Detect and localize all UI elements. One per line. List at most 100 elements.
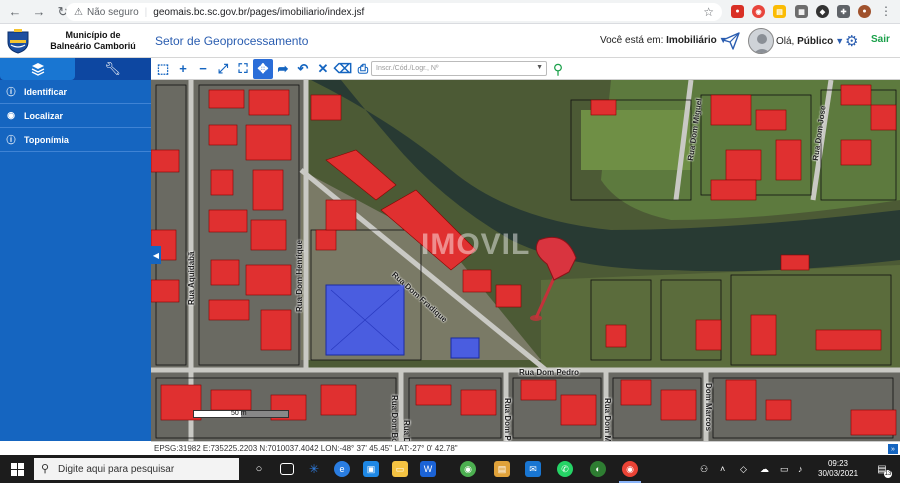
profile-avatar-icon[interactable]: ● xyxy=(858,5,871,18)
expand-icon[interactable]: » xyxy=(888,444,898,454)
send-icon[interactable] xyxy=(722,32,740,50)
cloud-icon[interactable]: ☁ xyxy=(760,464,769,475)
user-menu[interactable]: Olá, Público ▼ xyxy=(776,36,844,47)
clock-date: 30/03/2021 xyxy=(818,469,859,478)
sidebar-item-localizar[interactable]: ◉ Localizar xyxy=(0,104,151,128)
word-icon[interactable]: W xyxy=(420,461,436,477)
search-icon: ⚲ xyxy=(41,463,50,475)
tab-layers[interactable] xyxy=(0,58,75,80)
dropbox-icon[interactable]: ◇ xyxy=(740,464,747,475)
avatar[interactable] xyxy=(748,28,774,54)
street-label: Rua Dom Bos xyxy=(390,395,399,441)
scale-label: 50 m xyxy=(231,410,247,417)
logout-button[interactable]: Sair xyxy=(871,34,890,45)
chevron-down-icon: ▼ xyxy=(835,36,845,46)
extension-icon[interactable]: ◆ xyxy=(816,5,829,18)
browser-chrome: ← → ↻ ⚠ Não seguro | geomais.bc.sc.gov.b… xyxy=(0,0,900,24)
chevron-down-icon[interactable]: ▼ xyxy=(536,64,543,71)
municipal-crest-icon xyxy=(7,29,29,54)
url-text: geomais.bc.sc.gov.br/pages/imobiliario/i… xyxy=(153,6,365,18)
taskbar-search-input[interactable]: ⚲ Digite aqui para pesquisar xyxy=(34,458,239,480)
adblock-extension-icon[interactable]: ● xyxy=(731,5,744,18)
store-icon[interactable]: ▣ xyxy=(363,461,379,477)
street-label: Rua Dom Henrique xyxy=(295,239,304,312)
zoom-box-icon[interactable]: ⛶ xyxy=(233,59,253,79)
file-explorer-icon[interactable]: ▭ xyxy=(392,461,408,477)
edge-icon[interactable]: e xyxy=(334,461,350,477)
municipality-line1: Município de xyxy=(65,30,121,40)
wrench-icon: 🔧︎ xyxy=(104,61,121,76)
address-bar[interactable]: ⚠ Não seguro | geomais.bc.sc.gov.br/page… xyxy=(66,3,722,21)
street-label: Rua Dom Ma xyxy=(603,398,612,441)
sidebar-item-label: Localizar xyxy=(24,110,64,121)
next-view-icon[interactable]: ➦ xyxy=(273,59,293,79)
record-extension-icon[interactable]: ◉ xyxy=(752,5,765,18)
previous-view-icon[interactable]: ↶ xyxy=(293,59,313,79)
app-icon[interactable]: ◐ xyxy=(590,461,606,477)
puzzle-extensions-icon[interactable]: ✚ xyxy=(837,5,850,18)
sidebar-item-identificar[interactable]: ⓘ Identificar xyxy=(0,80,151,104)
module-value: Imobiliário xyxy=(666,35,717,46)
gear-icon[interactable]: ⚙ xyxy=(845,32,858,50)
street-label: Rua Aquidabã xyxy=(187,251,196,305)
screenshot-extension-icon[interactable]: ▦ xyxy=(795,5,808,18)
notification-count: 13 xyxy=(884,470,892,478)
task-view-icon[interactable] xyxy=(280,463,294,475)
greeting-label: Olá, xyxy=(776,36,795,47)
warning-icon: ⚠ xyxy=(74,6,83,18)
coordinates-text: EPSG:31982 E:735225.2203 N:7010037.4042 … xyxy=(154,444,458,453)
module-label: Você está em: xyxy=(600,35,664,46)
sidebar-tabs: 🔧︎ xyxy=(0,58,151,80)
app-header: Município de Balneário Camboriú Setor de… xyxy=(0,24,900,58)
taskbar-search-placeholder: Digite aqui para pesquisar xyxy=(58,463,175,475)
windows-start-icon[interactable] xyxy=(11,463,24,476)
municipality-name: Município de Balneário Camboriú xyxy=(38,30,148,52)
xbox-icon[interactable]: ✳ xyxy=(306,461,322,477)
clear-icon[interactable]: ✕ xyxy=(313,59,333,79)
battery-icon[interactable]: ▭ xyxy=(780,464,789,475)
separator: | xyxy=(144,6,148,18)
street-label: Dom Marcos xyxy=(704,383,713,432)
watermark: IMOVIL xyxy=(421,228,531,261)
select-box-icon[interactable]: ⬚ xyxy=(153,59,173,79)
cortana-icon[interactable]: ○ xyxy=(251,461,267,477)
people-icon[interactable]: ⚇ xyxy=(700,464,708,475)
full-extent-icon[interactable]: ⤢ xyxy=(213,59,233,79)
forward-icon[interactable]: → xyxy=(30,3,48,21)
module-selector[interactable]: Você está em: Imobiliário ▼ xyxy=(600,35,728,46)
mail-icon[interactable]: ✉ xyxy=(525,461,541,477)
search-icon[interactable]: ⚲ xyxy=(549,60,567,78)
section-title: Setor de Geoprocessamento xyxy=(155,34,309,48)
notes-extension-icon[interactable]: ▤ xyxy=(773,5,786,18)
layers-icon xyxy=(31,63,44,76)
chevron-up-icon[interactable]: ˄ xyxy=(720,464,725,474)
chrome-active-icon[interactable]: ◉ xyxy=(622,461,638,477)
whatsapp-icon[interactable]: ✆ xyxy=(557,461,573,477)
bookmark-star-icon[interactable]: ☆ xyxy=(703,5,714,19)
notification-center-icon[interactable]: ▤ 13 xyxy=(874,461,892,478)
eraser-icon[interactable]: ⌫ xyxy=(333,59,353,79)
sidebar-item-toponimia[interactable]: ⓘ Toponímia xyxy=(0,128,151,152)
zoom-out-icon[interactable]: − xyxy=(193,59,213,79)
street-label: Rua Dom Bo xyxy=(402,420,411,441)
chrome-icon[interactable]: ◉ xyxy=(460,461,476,477)
windows-taskbar: ⚲ Digite aqui para pesquisar ○ ✳ e ▣ ▭ W… xyxy=(0,455,900,483)
taskbar-clock[interactable]: 09:23 30/03/2021 xyxy=(818,459,858,479)
sidebar-collapse-button[interactable]: ◀ xyxy=(151,246,161,264)
zoom-in-icon[interactable]: + xyxy=(173,59,193,79)
search-placeholder: Inscr./Cód./Logr., Nº xyxy=(376,65,439,72)
info-icon: ⓘ xyxy=(6,135,16,145)
tab-tools[interactable]: 🔧︎ xyxy=(75,58,150,80)
browser-menu-icon[interactable]: ⋮ xyxy=(880,4,892,18)
print-icon[interactable]: ⎙ xyxy=(353,59,373,79)
info-icon: ⓘ xyxy=(6,87,16,97)
municipality-line2: Balneário Camboriú xyxy=(50,41,136,51)
pan-icon[interactable]: ✥ xyxy=(253,58,273,79)
photos-icon[interactable]: ▤ xyxy=(494,461,510,477)
volume-icon[interactable]: ♪ xyxy=(798,464,803,474)
parcel-search-input[interactable]: Inscr./Cód./Logr., Nº ▼ xyxy=(371,61,547,76)
street-label: Rua Dom Pe xyxy=(503,398,512,441)
map-canvas[interactable]: Rua Dom Fradique Rua Dom Henrique Rua Aq… xyxy=(151,80,900,441)
sidebar-item-label: Identificar xyxy=(24,86,68,97)
back-icon[interactable]: ← xyxy=(6,3,24,21)
